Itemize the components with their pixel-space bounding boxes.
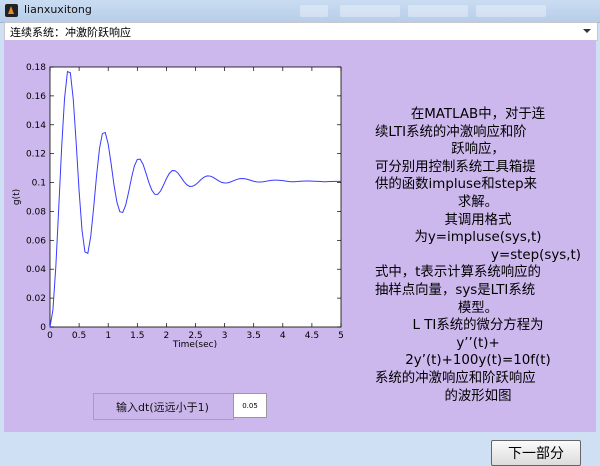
description-line: 续LTI系统的冲激响应和阶 [375, 124, 527, 140]
y-tick-label: 0.12 [26, 150, 46, 160]
y-tick-label: 0.02 [26, 294, 46, 304]
x-tick-label: 3 [222, 331, 228, 341]
window-bottom-edge [0, 432, 600, 436]
background-window-ghost [408, 5, 468, 17]
description-line: 可分别用控制系统工具箱提 [375, 159, 536, 175]
description-line: 系统的冲激响应和阶跃响应 [375, 370, 536, 386]
description-line: 抽样点向量，sys是LTI系统 [375, 282, 536, 298]
description-line: 2y’(t)+100y(t)=10f(t) [405, 353, 551, 369]
description-line: 在MATLAB中，对于连 [410, 107, 546, 122]
window-title: lianxuxitong [24, 3, 92, 16]
x-tick-label: 4 [280, 331, 286, 341]
y-tick-label: 0.14 [26, 121, 46, 131]
description-line: 其调用格式 [444, 212, 512, 228]
y-tick-label: 0.08 [26, 207, 46, 217]
description-line: 求解。 [457, 194, 499, 210]
description-line: 的波形如图 [444, 388, 512, 404]
y-tick-label: 0.04 [26, 265, 46, 275]
x-axis-label: Time(sec) [172, 340, 217, 350]
x-tick-label: 5 [338, 331, 344, 341]
x-tick-label: 4.5 [305, 331, 319, 341]
x-tick-label: 0.5 [72, 331, 86, 341]
background-window-ghost [476, 5, 546, 17]
x-tick-label: 1 [105, 331, 111, 341]
background-window-ghost [340, 5, 400, 17]
dt-input[interactable] [233, 393, 267, 418]
x-tick-label: 3.5 [247, 331, 261, 341]
y-tick-label: 0.18 [26, 63, 46, 73]
x-tick-label: 0 [47, 331, 53, 341]
description-text: 在MATLAB中，对于连续LTI系统的冲激响应和阶跃响应， 可分别用控制系统工具箱… [375, 106, 581, 405]
y-tick-label: 0.16 [26, 92, 46, 102]
panel-title-bar[interactable]: 连续系统：冲激阶跃响应 [4, 22, 598, 41]
window-titlebar: lianxuxitong [0, 0, 600, 23]
dt-label: 输入dt(远远小于1) [116, 401, 209, 414]
description-line: 式中，t表示计算系统响应的 [375, 265, 541, 281]
x-tick-label: 1.5 [130, 331, 144, 341]
description-line: 跃响应， [451, 142, 505, 158]
description-line: 为y=impluse(sys,t) [414, 230, 542, 246]
x-tick-label: 2 [164, 331, 170, 341]
panel-title: 连续系统：冲激阶跃响应 [10, 26, 131, 39]
plot-area [49, 66, 342, 328]
description-line: 模型。 [457, 300, 499, 316]
dropdown-arrow-icon[interactable] [583, 29, 591, 33]
description-line: 供的函数impluse和step来 [375, 177, 537, 193]
y-tick-label: 0 [40, 323, 46, 333]
figure-canvas: 0 0.02 0.04 0.06 0.08 0.1 0.12 0.14 0.16 0.18 0 0.… [4, 40, 596, 466]
next-part-button[interactable]: 下一部分 [491, 440, 581, 466]
background-window-ghost [300, 5, 328, 17]
description-line: y=step(sys,t) [491, 247, 581, 263]
y-axis-label: g(t) [12, 189, 22, 205]
y-tick-label: 0.06 [26, 236, 46, 246]
description-line: L TI系统的微分方程为 [412, 318, 544, 334]
matlab-app-icon [5, 4, 18, 17]
y-tick-label: 0.1 [32, 179, 46, 189]
description-line: y’’(t)+ [456, 335, 500, 351]
